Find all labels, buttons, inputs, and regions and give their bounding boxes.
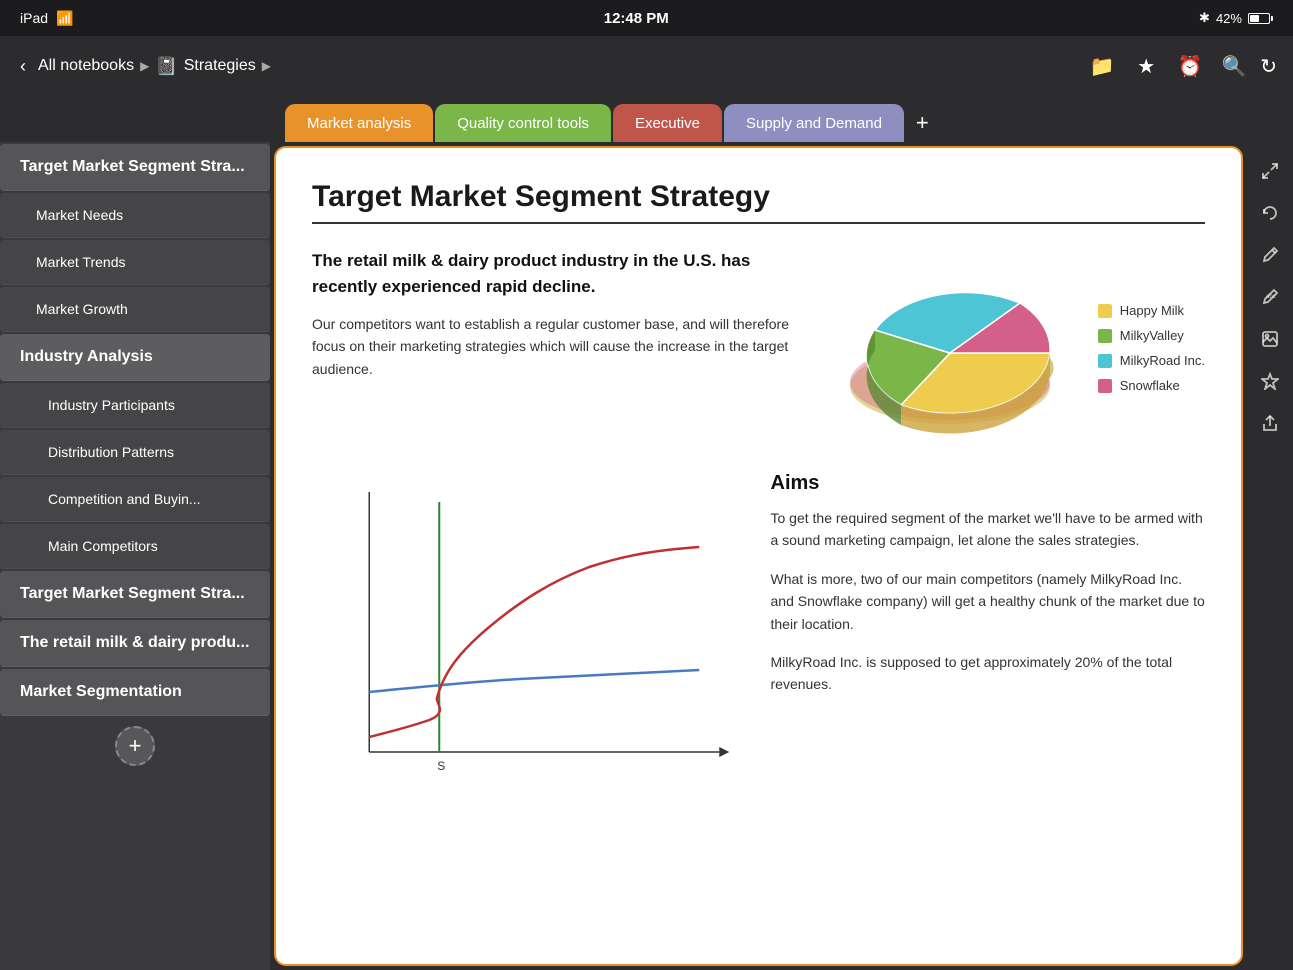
expand-button[interactable] — [1253, 154, 1287, 188]
aims-title: Aims — [771, 472, 1206, 495]
pen-button[interactable] — [1253, 238, 1287, 272]
sidebar-item-industry-analysis[interactable]: Industry Analysis — [0, 334, 270, 381]
svg-text:S: S — [437, 759, 445, 773]
bluetooth-icon: ✱ — [1199, 10, 1210, 26]
breadcrumb-strategies[interactable]: Strategies — [184, 57, 256, 75]
legend-milky-valley: MilkyValley — [1098, 328, 1205, 343]
document-title: Target Market Segment Strategy — [312, 180, 1205, 224]
breadcrumb-arrow2: ▶ — [262, 59, 271, 73]
document-content-area: Target Market Segment Strategy The retai… — [274, 146, 1243, 966]
status-bar: iPad 📶 12:48 PM ✱ 42% — [0, 0, 1293, 36]
sidebar: Target Market Segment Stra... Market Nee… — [0, 142, 270, 970]
body-text: Our competitors want to establish a regu… — [312, 313, 798, 380]
svg-text:abc: abc — [1266, 294, 1276, 300]
swatch-milky-valley — [1098, 329, 1112, 343]
history-icon[interactable]: ⏰ — [1172, 48, 1208, 84]
aims-paragraph-3: MilkyRoad Inc. is supposed to get approx… — [771, 651, 1206, 696]
right-toolbar: abc — [1247, 142, 1293, 970]
sidebar-item-market-growth[interactable]: Market Growth — [0, 287, 270, 332]
device-name: iPad — [20, 10, 48, 26]
tab-supply-demand[interactable]: Supply and Demand — [724, 104, 904, 142]
text-pen-button[interactable]: abc — [1253, 280, 1287, 314]
search-icon[interactable]: 🔍 — [1216, 48, 1252, 84]
tab-quality-control[interactable]: Quality control tools — [435, 104, 611, 142]
sidebar-item-competition-buying[interactable]: Competition and Buyin... — [0, 477, 270, 522]
aims-section: Aims To get the required segment of the … — [771, 472, 1206, 712]
bold-intro: The retail milk & dairy product industry… — [312, 248, 798, 299]
status-right: ✱ 42% — [1199, 10, 1273, 26]
sidebar-item-market-trends[interactable]: Market Trends — [0, 240, 270, 285]
sidebar-item-market-needs[interactable]: Market Needs — [0, 193, 270, 238]
toolbar: ‹ All notebooks ▶ 📓 Strategies ▶ 📁 ★ ⏰ 🔍… — [0, 36, 1293, 96]
sidebar-item-industry-participants[interactable]: Industry Participants — [0, 383, 270, 428]
legend-happy-milk: Happy Milk — [1098, 303, 1205, 318]
breadcrumb: All notebooks ▶ 📓 Strategies ▶ — [38, 56, 271, 77]
legend-milkyroad: MilkyRoad Inc. — [1098, 353, 1205, 368]
sidebar-item-market-segmentation[interactable]: Market Segmentation — [0, 669, 270, 716]
upper-section: The retail milk & dairy product industry… — [312, 248, 1205, 448]
refresh-button[interactable]: ↻ — [1260, 54, 1277, 79]
legend-snowflake: Snowflake — [1098, 378, 1205, 393]
favorite-button[interactable] — [1253, 364, 1287, 398]
sidebar-add-button[interactable]: + — [115, 726, 155, 766]
sidebar-item-main-competitors[interactable]: Main Competitors — [0, 524, 270, 569]
aims-paragraph-1: To get the required segment of the marke… — [771, 507, 1206, 552]
pie-section: Happy Milk MilkyValley MilkyRoad Inc. — [822, 248, 1205, 448]
document-body: Target Market Segment Strategy The retai… — [276, 148, 1241, 824]
sidebar-resize-handle[interactable]: ⋮ — [270, 546, 286, 566]
toolbar-left: ‹ All notebooks ▶ 📓 Strategies ▶ — [16, 52, 271, 81]
tab-market-analysis[interactable]: Market analysis — [285, 104, 433, 142]
sidebar-item-distribution-patterns[interactable]: Distribution Patterns — [0, 430, 270, 475]
battery-level: 42% — [1216, 11, 1242, 26]
time-display: 12:48 PM — [604, 10, 669, 27]
swatch-snowflake — [1098, 379, 1112, 393]
wifi-icon: 📶 — [56, 10, 73, 27]
sidebar-item-retail-milk[interactable]: The retail milk & dairy produ... — [0, 620, 270, 667]
breadcrumb-page-icon: 📓 — [155, 56, 177, 77]
add-tab-button[interactable]: + — [906, 104, 939, 142]
share-button[interactable] — [1253, 406, 1287, 440]
line-chart-container: S — [312, 472, 747, 792]
tab-executive[interactable]: Executive — [613, 104, 722, 142]
breadcrumb-notebooks[interactable]: All notebooks — [38, 57, 134, 75]
status-left: iPad 📶 — [20, 10, 73, 27]
main-area: Target Market Segment Stra... Market Nee… — [0, 142, 1293, 970]
breadcrumb-arrow1: ▶ — [140, 59, 149, 73]
star-icon[interactable]: ★ — [1128, 48, 1164, 84]
sidebar-item-target-market-header[interactable]: Target Market Segment Stra... — [0, 144, 270, 191]
battery-icon — [1248, 13, 1273, 24]
pie-chart — [822, 248, 1082, 448]
upper-text: The retail milk & dairy product industry… — [312, 248, 798, 380]
swatch-milkyroad — [1098, 354, 1112, 368]
tabs-bar: Market analysis Quality control tools Ex… — [0, 96, 1293, 142]
back-button[interactable]: ‹ — [16, 52, 30, 81]
pie-legend: Happy Milk MilkyValley MilkyRoad Inc. — [1098, 303, 1205, 393]
aims-paragraph-2: What is more, two of our main competitor… — [771, 568, 1206, 635]
sidebar-item-target-seg2[interactable]: Target Market Segment Stra... — [0, 571, 270, 618]
lower-section: S Aims To get the required segment of th… — [312, 472, 1205, 792]
undo-button[interactable] — [1253, 196, 1287, 230]
swatch-happy-milk — [1098, 304, 1112, 318]
folder-icon[interactable]: 📁 — [1084, 48, 1120, 84]
image-button[interactable] — [1253, 322, 1287, 356]
